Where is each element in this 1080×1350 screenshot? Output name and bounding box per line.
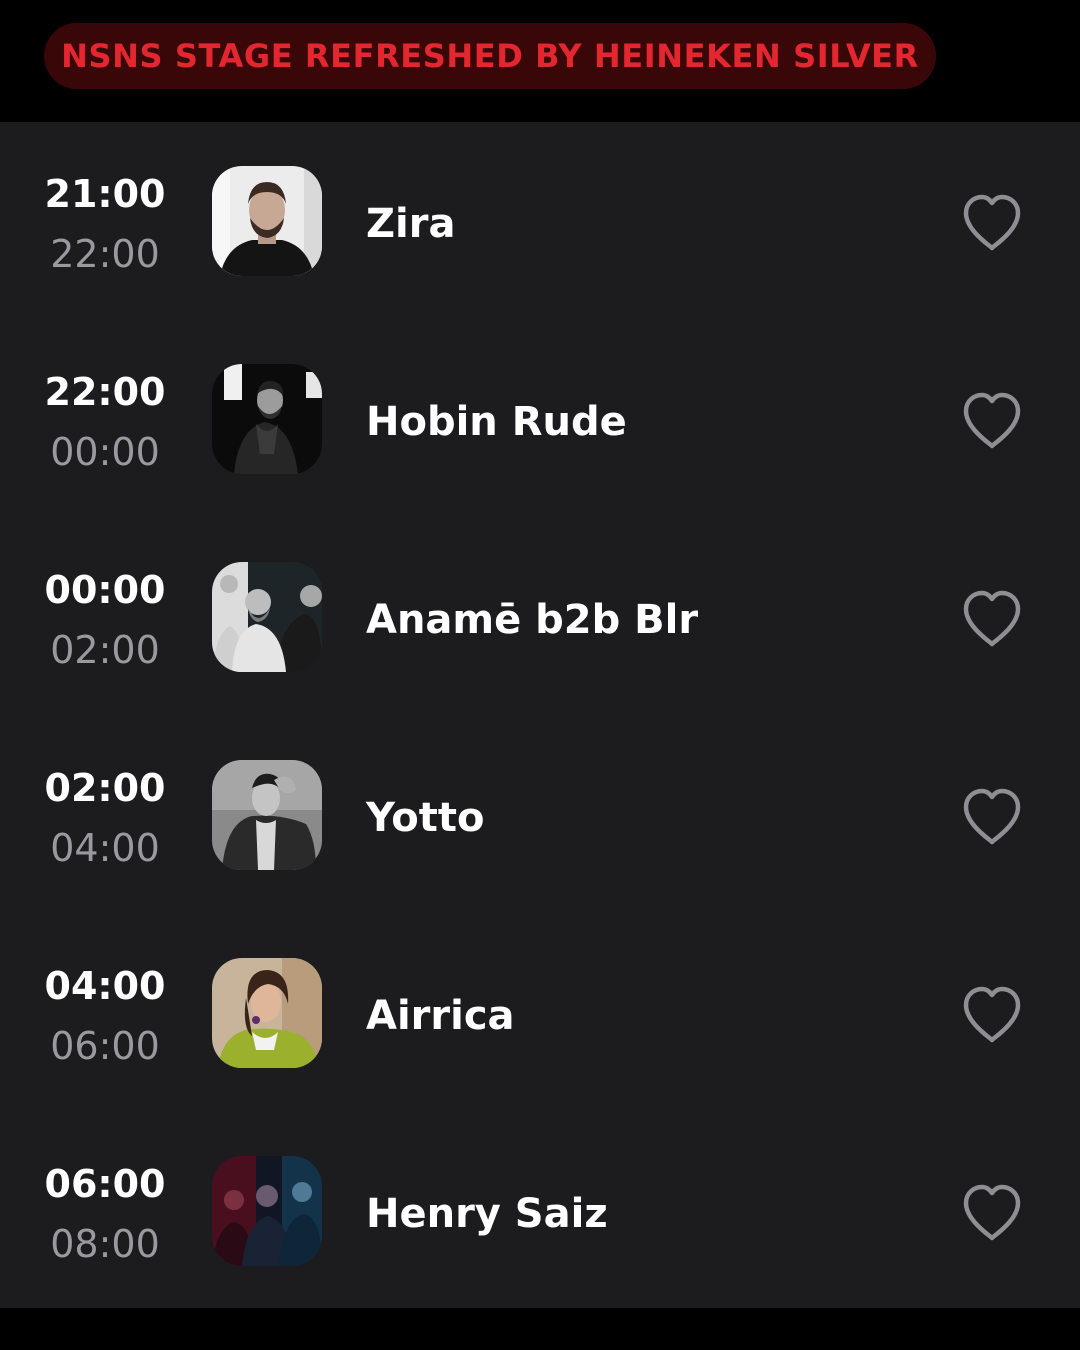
end-time: 04:00 (50, 826, 160, 870)
bottom-bar (0, 1308, 1080, 1350)
artist-photo[interactable] (212, 958, 322, 1068)
start-time: 04:00 (44, 964, 166, 1008)
artist-photo-image (212, 1156, 322, 1266)
heart-outline-icon (963, 788, 1021, 845)
artist-photo[interactable] (212, 1156, 322, 1266)
header: NSNS STAGE REFRESHED BY HEINEKEN SILVER (0, 0, 1080, 122)
heart-outline-icon (963, 194, 1021, 251)
artist-photo[interactable] (212, 364, 322, 474)
favorite-button[interactable] (958, 786, 1026, 848)
artist-name: Zira (366, 201, 456, 247)
start-time: 00:00 (44, 568, 166, 612)
artist-photo-image (212, 958, 322, 1068)
stage-name: NSNS STAGE REFRESHED BY HEINEKEN SILVER (61, 37, 919, 75)
schedule-row[interactable]: 06:00 08:00 Henry Saiz (0, 1112, 1080, 1310)
favorite-button[interactable] (958, 192, 1026, 254)
schedule-row[interactable]: 04:00 06:00 Airrica (0, 914, 1080, 1112)
time-slot: 00:00 02:00 (30, 518, 180, 716)
lineup-screen: NSNS STAGE REFRESHED BY HEINEKEN SILVER … (0, 0, 1080, 1350)
heart-outline-icon (963, 986, 1021, 1043)
artist-photo[interactable] (212, 166, 322, 276)
artist-photo-image (212, 562, 322, 672)
start-time: 06:00 (44, 1162, 166, 1206)
end-time: 08:00 (50, 1222, 160, 1266)
schedule-row[interactable]: 00:00 02:00 Anamē b2b Blr (0, 518, 1080, 716)
artist-name: Anamē b2b Blr (366, 597, 699, 643)
artist-name: Yotto (366, 795, 485, 841)
favorite-button[interactable] (958, 390, 1026, 452)
artist-name: Hobin Rude (366, 399, 627, 445)
time-slot: 21:00 22:00 (30, 122, 180, 320)
stage-badge[interactable]: NSNS STAGE REFRESHED BY HEINEKEN SILVER (44, 23, 936, 89)
heart-outline-icon (963, 1184, 1021, 1241)
schedule-row[interactable]: 21:00 22:00 Zira (0, 122, 1080, 320)
artist-photo-image (212, 166, 322, 276)
artist-photo[interactable] (212, 760, 322, 870)
time-slot: 22:00 00:00 (30, 320, 180, 518)
time-slot: 06:00 08:00 (30, 1112, 180, 1310)
start-time: 22:00 (44, 370, 166, 414)
end-time: 06:00 (50, 1024, 160, 1068)
artist-photo[interactable] (212, 562, 322, 672)
time-slot: 04:00 06:00 (30, 914, 180, 1112)
artist-name: Airrica (366, 993, 515, 1039)
start-time: 21:00 (44, 172, 166, 216)
end-time: 00:00 (50, 430, 160, 474)
heart-outline-icon (963, 590, 1021, 647)
favorite-button[interactable] (958, 1182, 1026, 1244)
favorite-button[interactable] (958, 984, 1026, 1046)
heart-outline-icon (963, 392, 1021, 449)
schedule-row[interactable]: 22:00 00:00 Hobin Rude (0, 320, 1080, 518)
end-time: 22:00 (50, 232, 160, 276)
artist-photo-image (212, 364, 322, 474)
artist-name: Henry Saiz (366, 1191, 608, 1237)
end-time: 02:00 (50, 628, 160, 672)
schedule-list[interactable]: 21:00 22:00 Zira 22:00 00:00 Hobin Rude … (0, 122, 1080, 1308)
artist-photo-image (212, 760, 322, 870)
favorite-button[interactable] (958, 588, 1026, 650)
time-slot: 02:00 04:00 (30, 716, 180, 914)
schedule-row[interactable]: 02:00 04:00 Yotto (0, 716, 1080, 914)
start-time: 02:00 (44, 766, 166, 810)
